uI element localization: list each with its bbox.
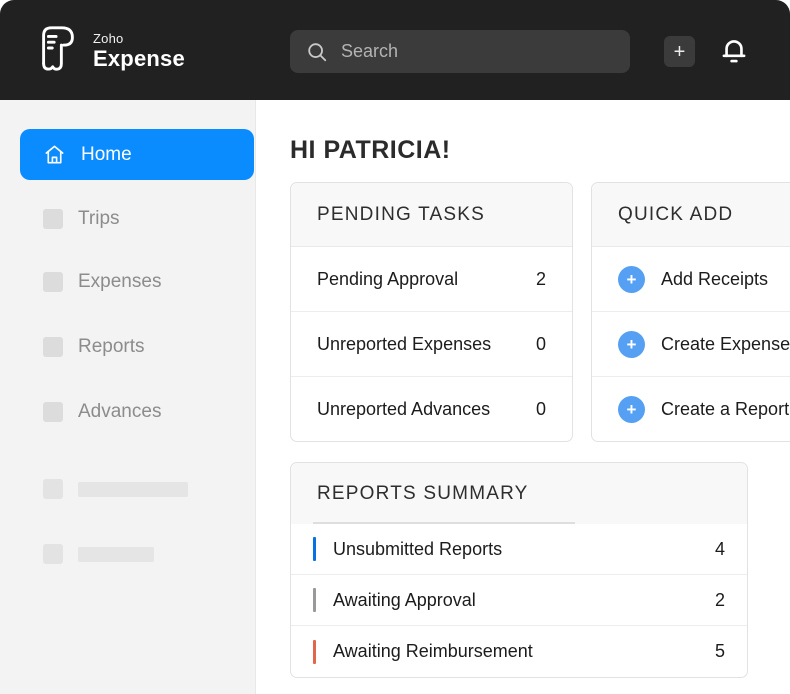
sidebar-nav: Home Trips Expenses Reports Advances (0, 100, 256, 694)
create-report-button[interactable]: + Create a Report (592, 377, 790, 442)
stat-value: 2 (536, 269, 546, 290)
skeleton-icon (43, 479, 63, 499)
skeleton-icon (43, 544, 63, 564)
home-icon (43, 143, 66, 166)
greeting-heading: HI PATRICIA! (290, 136, 451, 165)
pending-tasks-title: PENDING TASKS (291, 183, 572, 247)
summary-value: 2 (715, 590, 725, 611)
reports-placeholder-icon (43, 337, 63, 357)
main-content: HI PATRICIA! PENDING TASKS Pending Appro… (256, 100, 790, 694)
sidebar-item-advances[interactable]: Advances (43, 398, 161, 426)
expenses-placeholder-icon (43, 272, 63, 292)
trips-placeholder-icon (43, 209, 63, 229)
sidebar-item-expenses[interactable]: Expenses (43, 268, 161, 296)
sidebar-item-home[interactable]: Home (20, 129, 254, 180)
awaiting-approval-row[interactable]: Awaiting Approval 2 (291, 575, 747, 626)
add-receipts-button[interactable]: + Add Receipts (592, 247, 790, 312)
summary-label: Awaiting Reimbursement (333, 641, 715, 662)
skeleton-bar (78, 547, 154, 562)
pending-approval-row[interactable]: Pending Approval 2 (291, 247, 572, 312)
bell-icon (717, 33, 751, 69)
sidebar-item-label: Expenses (78, 271, 161, 293)
reports-summary-title: REPORTS SUMMARY (291, 463, 747, 524)
summary-label: Unsubmitted Reports (333, 539, 715, 560)
pending-tasks-card: PENDING TASKS Pending Approval 2 Unrepor… (290, 182, 573, 442)
plus-circle-icon: + (618, 396, 645, 423)
unsubmitted-reports-row[interactable]: Unsubmitted Reports 4 (291, 524, 747, 575)
sidebar-item-trips[interactable]: Trips (43, 205, 120, 233)
status-color-bar (313, 537, 316, 561)
create-expense-button[interactable]: + Create Expense (592, 312, 790, 377)
reports-summary-card: REPORTS SUMMARY Unsubmitted Reports 4 Aw… (290, 462, 748, 678)
unreported-advances-row[interactable]: Unreported Advances 0 (291, 377, 572, 442)
status-color-bar (313, 640, 316, 664)
search-icon (306, 41, 328, 63)
quick-action-label: Create Expense (661, 334, 790, 355)
sidebar-item-reports[interactable]: Reports (43, 333, 145, 361)
brand-text: Zoho Expense (93, 32, 185, 70)
brand-company: Zoho (93, 32, 185, 45)
plus-circle-icon: + (618, 331, 645, 358)
sidebar-item-label: Advances (78, 401, 161, 423)
app-logo[interactable]: Zoho Expense (36, 24, 185, 77)
notifications-button[interactable] (715, 31, 753, 71)
stat-value: 0 (536, 334, 546, 355)
quick-action-label: Add Receipts (661, 269, 768, 290)
stat-label: Unreported Advances (317, 399, 490, 420)
quick-add-title: QUICK ADD (592, 183, 790, 247)
status-color-bar (313, 588, 316, 612)
skeleton-bar (78, 482, 188, 497)
quick-action-label: Create a Report (661, 399, 789, 420)
sidebar-item-label: Reports (78, 336, 145, 358)
stat-label: Pending Approval (317, 269, 458, 290)
stat-value: 0 (536, 399, 546, 420)
global-add-button[interactable]: + (664, 36, 695, 67)
zoho-expense-app: Zoho Expense + (0, 0, 790, 694)
sidebar-skeleton-item (43, 540, 154, 568)
top-bar: Zoho Expense + (0, 0, 790, 100)
stat-label: Unreported Expenses (317, 334, 491, 355)
unreported-expenses-row[interactable]: Unreported Expenses 0 (291, 312, 572, 377)
sidebar-item-label: Trips (78, 208, 120, 230)
advances-placeholder-icon (43, 402, 63, 422)
sidebar-item-label: Home (81, 144, 132, 166)
awaiting-reimbursement-row[interactable]: Awaiting Reimbursement 5 (291, 626, 747, 677)
brand-product: Expense (93, 48, 185, 70)
search-input[interactable] (341, 41, 614, 62)
search-box[interactable] (290, 30, 630, 73)
sidebar-skeleton-item (43, 475, 188, 503)
quick-add-card: QUICK ADD + Add Receipts + Create Expens… (591, 182, 790, 442)
header-divider-line (313, 522, 575, 524)
summary-label: Awaiting Approval (333, 590, 715, 611)
receipt-logo-icon (36, 24, 80, 77)
summary-value: 5 (715, 641, 725, 662)
summary-value: 4 (715, 539, 725, 560)
plus-circle-icon: + (618, 266, 645, 293)
